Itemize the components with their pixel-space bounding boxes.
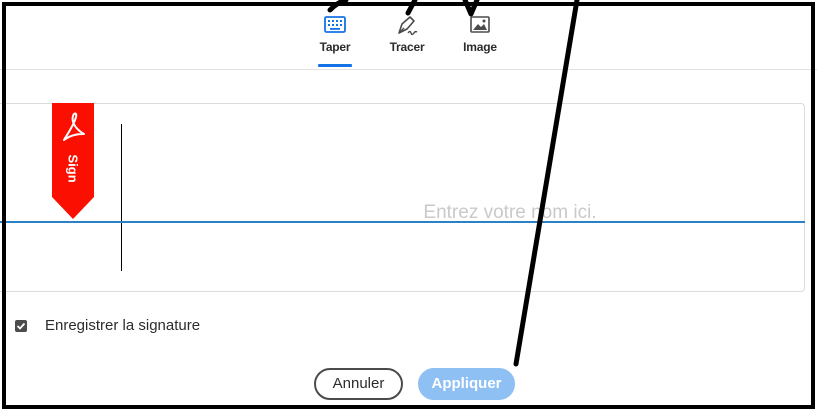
sign-badge-label: Sign [65,154,81,183]
cancel-button[interactable]: Annuler [314,368,403,400]
tab-draw[interactable]: Tracer [377,10,437,66]
tab-image[interactable]: Image [450,10,510,66]
tab-image-label: Image [463,40,497,54]
sign-badge: Sign [52,103,94,219]
save-signature-label: Enregistrer la signature [45,317,201,334]
signature-name-input[interactable] [130,196,790,230]
signature-type-tabs: Taper Tracer Image [0,0,817,70]
checkmark-icon [16,322,26,330]
image-icon [470,16,490,33]
pen-draw-icon [398,16,418,36]
keyboard-icon [324,16,346,33]
apply-button[interactable]: Appliquer [418,368,515,400]
tab-draw-label: Tracer [389,40,425,54]
text-cursor [121,124,122,271]
tab-type-label: Taper [319,40,351,54]
tab-type[interactable]: Taper [305,10,365,67]
save-signature-checkbox[interactable] [15,320,27,332]
